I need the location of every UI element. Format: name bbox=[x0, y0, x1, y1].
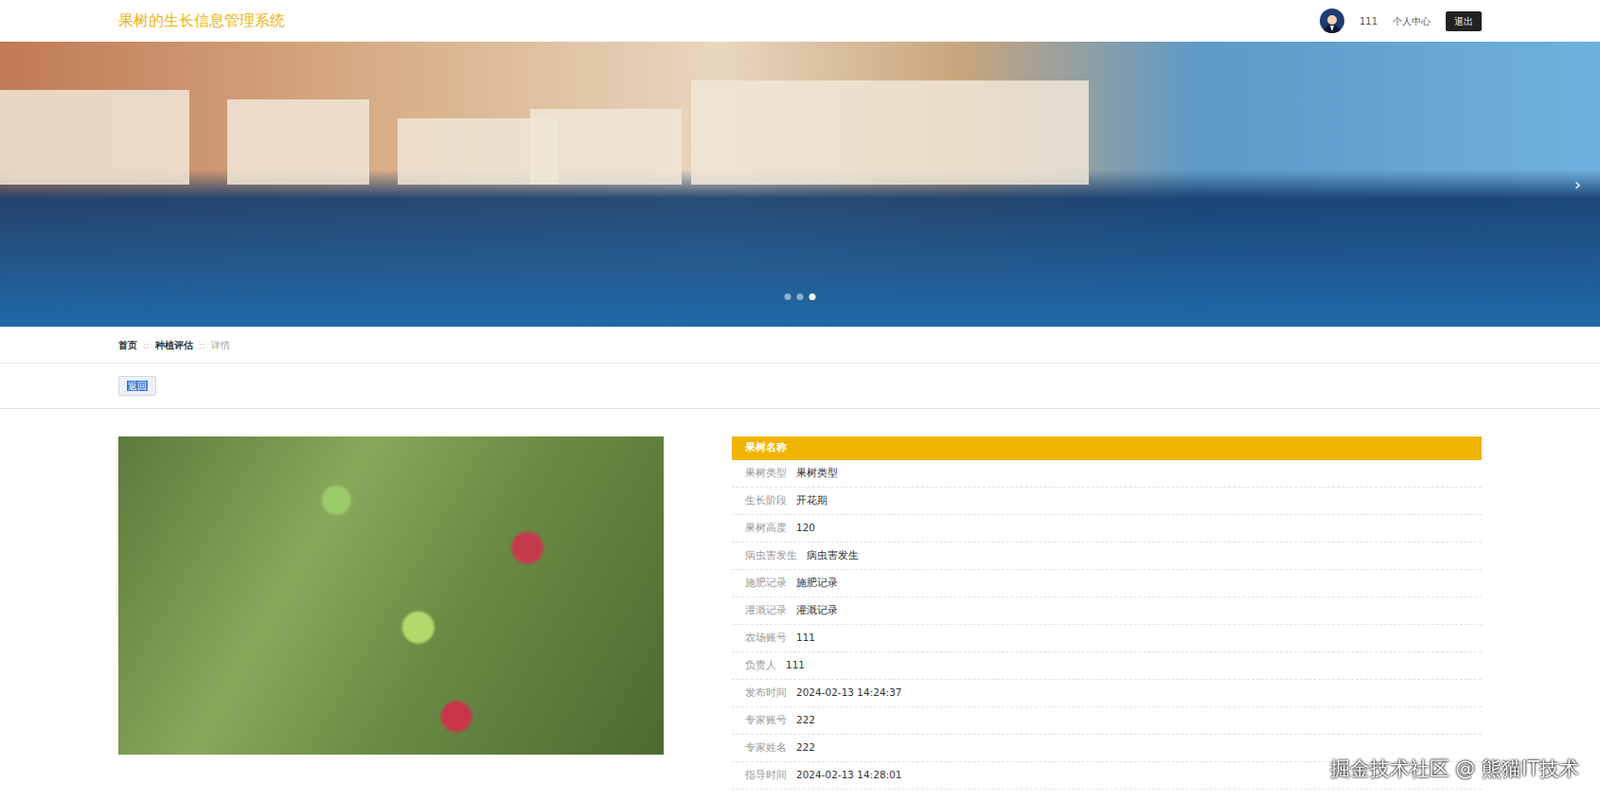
detail-row: 负责人 111 bbox=[731, 652, 1482, 680]
breadcrumb-item[interactable]: 首页 bbox=[118, 337, 138, 353]
field-value: 111 bbox=[796, 630, 816, 646]
field-value: 222 bbox=[796, 740, 816, 756]
detail-row: 果树高度 120 bbox=[731, 515, 1482, 543]
back-button[interactable]: 返回 bbox=[118, 375, 157, 396]
fruit-tree-photo bbox=[118, 436, 664, 755]
user-area: 111 个人中心退出 bbox=[1319, 8, 1482, 34]
field-label: 负责人 bbox=[745, 657, 777, 674]
detail-row: 果树类型果树类型 bbox=[731, 460, 1482, 488]
profile-link[interactable]: 个人中心 bbox=[1392, 14, 1431, 29]
watermark: 掘金技术社区 @ 熊猫IT技术 bbox=[1330, 754, 1580, 785]
breadcrumb-bar: 首页::种植评估::详情 bbox=[0, 326, 1600, 364]
field-value: 222 bbox=[796, 712, 816, 729]
field-value: 施肥记录 bbox=[796, 575, 838, 591]
field-label: 病虫害发生 bbox=[745, 548, 798, 564]
next-arrow-icon[interactable]: › bbox=[1574, 176, 1582, 194]
detail-row: 专家账号 222 bbox=[731, 707, 1482, 735]
field-value: 2024-02-13 14:24:37 bbox=[796, 685, 903, 701]
breadcrumb-item: 详情 bbox=[211, 337, 231, 353]
field-label: 施肥记录 bbox=[745, 575, 787, 591]
field-value: 120 bbox=[796, 520, 816, 536]
logout-button[interactable]: 退出 bbox=[1445, 11, 1482, 32]
site-title: 果树的生长信息管理系统 bbox=[118, 9, 285, 33]
carousel-dot[interactable] bbox=[809, 293, 817, 301]
field-label: 农场账号 bbox=[745, 630, 787, 646]
breadcrumb-item[interactable]: 种植评估 bbox=[155, 337, 194, 353]
carousel-dot[interactable] bbox=[784, 293, 792, 301]
breadcrumb-separator: :: bbox=[198, 337, 206, 353]
detail-row: 灌溉记录灌溉记录 bbox=[731, 597, 1482, 625]
breadcrumb-separator: :: bbox=[142, 337, 150, 353]
detail-row: 发布时间 2024-02-13 14:24:37 bbox=[731, 679, 1482, 708]
field-label: 专家账号 bbox=[745, 712, 787, 729]
carousel-dot[interactable] bbox=[797, 293, 804, 301]
field-label: 果树类型 bbox=[745, 465, 787, 481]
avatar-icon[interactable] bbox=[1319, 8, 1345, 34]
top-bar: 果树的生长信息管理系统 111 个人中心退出 bbox=[0, 0, 1600, 42]
field-label: 专家姓名 bbox=[745, 740, 787, 756]
field-label: 果树高度 bbox=[745, 520, 787, 536]
detail-row: 施肥记录施肥记录 bbox=[731, 569, 1482, 598]
detail-row: 病虫害发生病虫害发生 bbox=[731, 542, 1482, 570]
username[interactable]: 111 bbox=[1359, 14, 1378, 29]
field-label: 生长阶段 bbox=[745, 493, 787, 509]
banner-carousel[interactable]: › bbox=[0, 41, 1600, 327]
field-value: 病虫害发生 bbox=[806, 548, 859, 564]
field-value: 开花期 bbox=[796, 493, 828, 509]
carousel-indicators bbox=[784, 293, 817, 301]
field-label: 指导时间 bbox=[745, 767, 787, 783]
field-value: 111 bbox=[785, 657, 805, 674]
field-value: 2024-02-13 14:28:01 bbox=[796, 767, 903, 783]
field-value: 灌溉记录 bbox=[796, 603, 838, 619]
detail-title: 果树名称 bbox=[731, 436, 1482, 461]
detail-section: 果树名称果树类型果树类型生长阶段开花期果树高度120病虫害发生病虫害发生施肥记录… bbox=[118, 408, 1482, 790]
field-label: 灌溉记录 bbox=[745, 603, 787, 619]
detail-row: 农场账号 111 bbox=[731, 624, 1482, 653]
action-bar: 返回 bbox=[0, 363, 1600, 409]
field-label: 发布时间 bbox=[745, 685, 787, 701]
detail-row: 生长阶段开花期 bbox=[731, 487, 1482, 516]
detail-panel: 果树名称果树类型果树类型生长阶段开花期果树高度120病虫害发生病虫害发生施肥记录… bbox=[731, 436, 1482, 790]
field-value: 果树类型 bbox=[796, 465, 838, 481]
